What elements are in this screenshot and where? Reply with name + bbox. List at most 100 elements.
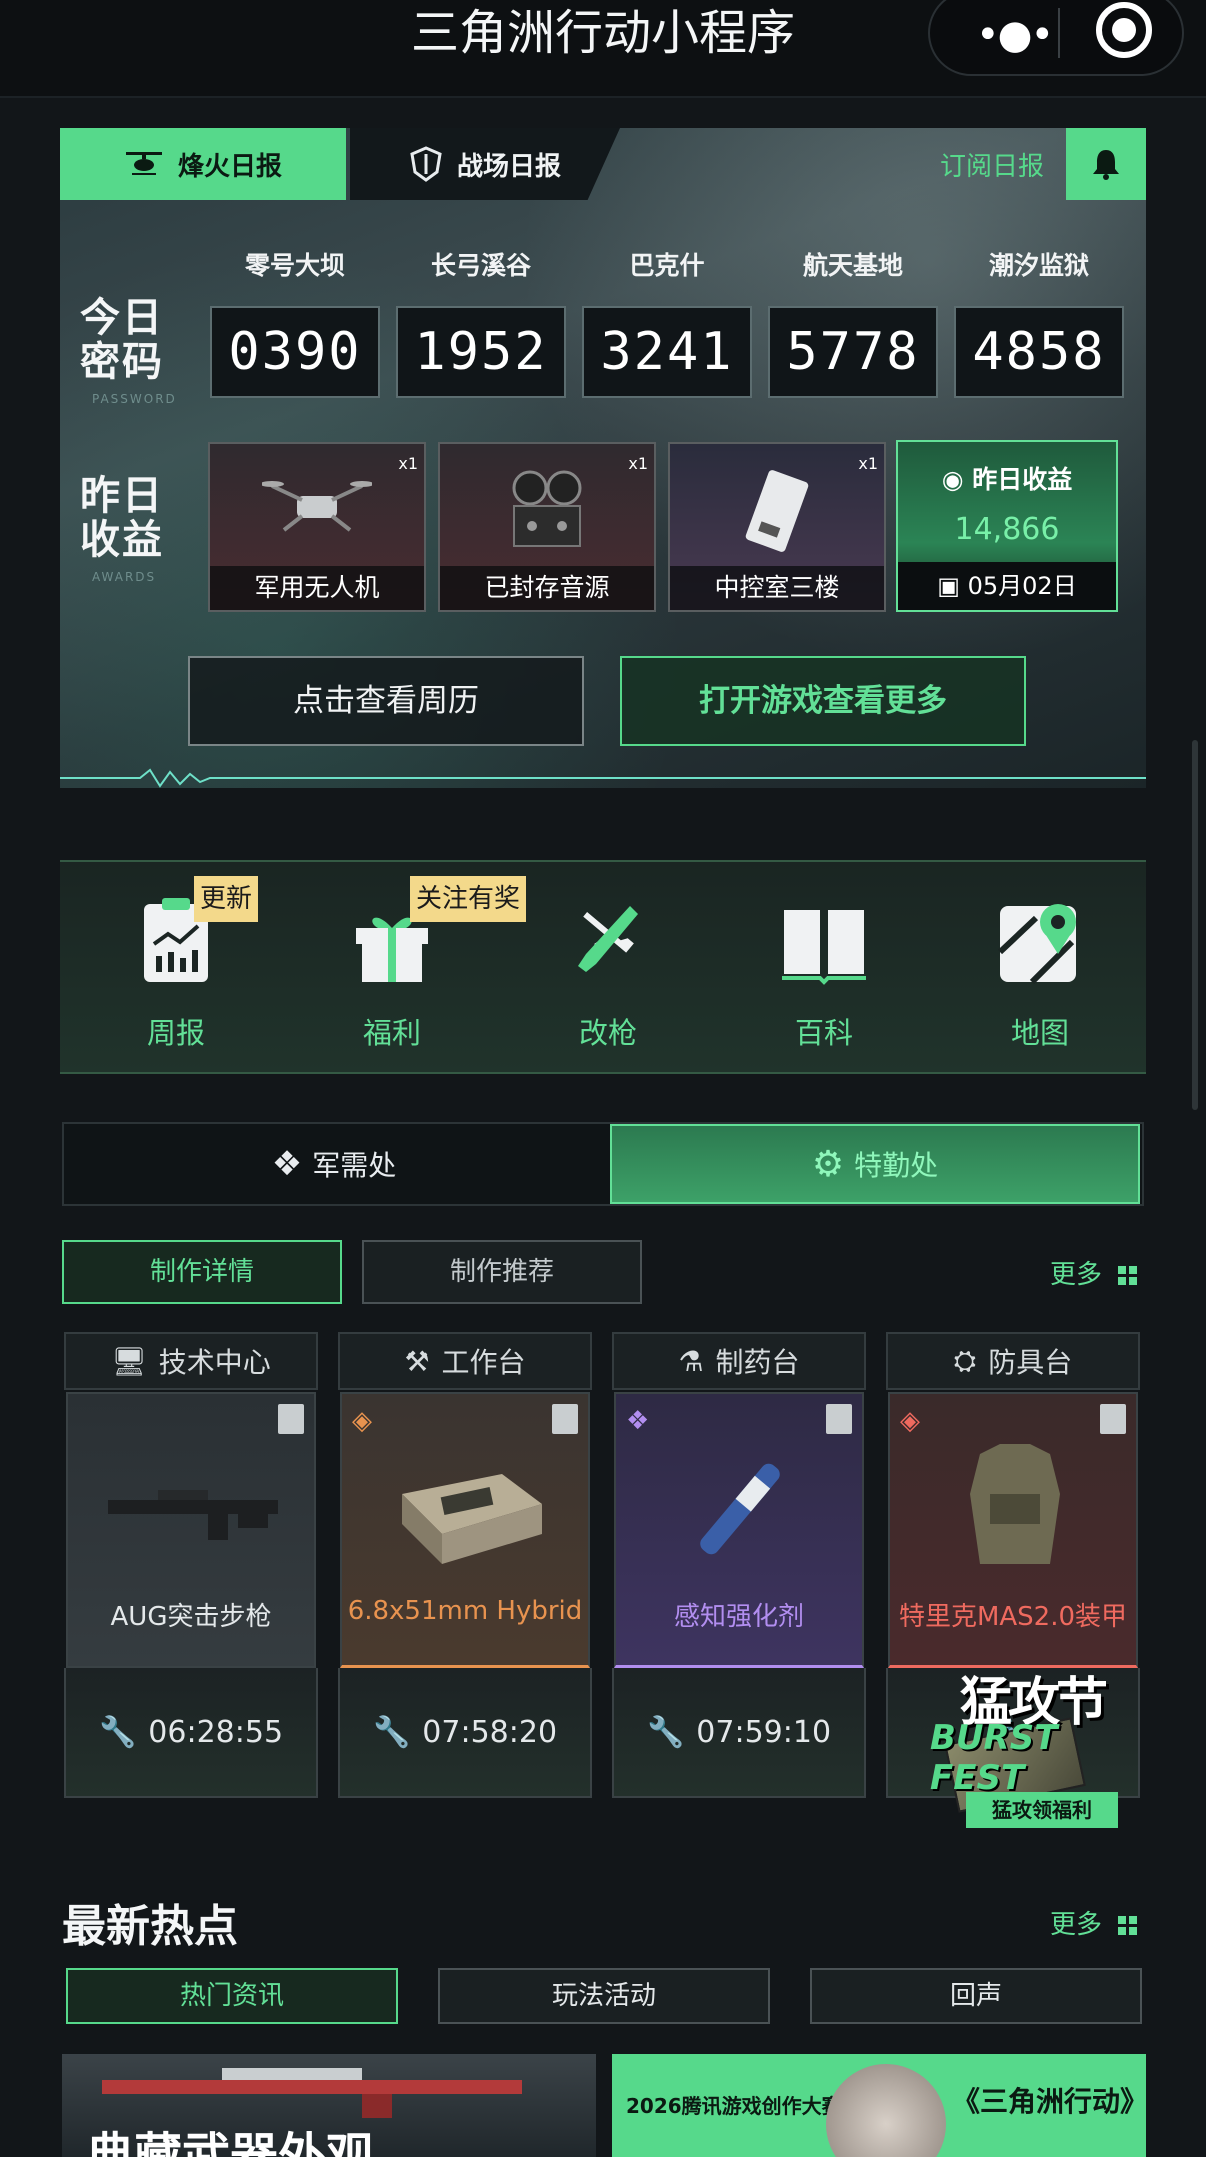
- shield-icon: [410, 146, 442, 182]
- microscope-icon: ⚗: [678, 1344, 704, 1378]
- tab-special-dept[interactable]: ⚙ 特勤处: [610, 1124, 1140, 1204]
- tab-hot-news[interactable]: 热门资讯: [66, 1968, 398, 2024]
- bench-pharmacy[interactable]: ⚗ 制药台 ❖ 感知强化剂 🔧 07:59:10: [612, 1332, 866, 1798]
- tab-fire-label: 烽火日报: [177, 151, 282, 182]
- quick-item-gunsmith[interactable]: 改枪: [538, 892, 678, 1052]
- news-more-link[interactable]: 更多: [1050, 1904, 1138, 1941]
- password-label: 今日 密码: [80, 296, 164, 384]
- bench-header: ⚗ 制药台: [612, 1332, 866, 1390]
- weapon-skin-image: [102, 2068, 522, 2118]
- reward-item[interactable]: x1 已封存音源: [438, 442, 656, 612]
- tab-battle-report[interactable]: 战场日报: [350, 128, 620, 200]
- map-name: 潮汐监狱: [988, 251, 1089, 280]
- bench-time-text: 07:58:20: [422, 1714, 558, 1750]
- bench-tech-center[interactable]: 🖥 技术中心 AUG突击步枪 🔧 06:28:55: [64, 1332, 318, 1798]
- tab-fire-report[interactable]: 烽火日报: [60, 128, 346, 200]
- bench-item-panel: AUG突击步枪: [66, 1392, 316, 1668]
- wrench-icon: 🔧: [646, 1714, 685, 1750]
- daily-report-card: 烽火日报 战场日报 订阅日报 今日 密码 PASSWORD 零号大坝 长弓溪谷 …: [60, 128, 1146, 788]
- quick-item-wiki[interactable]: 百科: [754, 892, 894, 1052]
- income-label: ◉ 昨日收益: [898, 460, 1116, 496]
- tab-craft-recommend[interactable]: 制作推荐: [362, 1240, 642, 1304]
- tab-supply-dept[interactable]: ❖ 军需处: [64, 1124, 604, 1204]
- document-icon[interactable]: [552, 1404, 578, 1434]
- reward-item[interactable]: x1 军用无人机: [208, 442, 426, 612]
- document-icon[interactable]: [1100, 1404, 1126, 1434]
- tape-recorder-icon: [512, 470, 582, 547]
- map-password-code: 4858: [954, 306, 1124, 398]
- bench-header: ⛭ 防具台: [886, 1332, 1140, 1390]
- password-label-line1: 今日: [80, 295, 164, 341]
- quick-label: 周报: [146, 1016, 205, 1050]
- rifle-icon: [108, 1490, 278, 1540]
- grid-icon: [1118, 1265, 1138, 1285]
- bench-header: 🖥 技术中心: [64, 1332, 318, 1390]
- bench-station: 技术中心: [158, 1346, 271, 1379]
- character-portrait: [826, 2064, 946, 2157]
- tab-echo[interactable]: 回声: [810, 1968, 1142, 2024]
- reward-name: 已封存音源: [440, 566, 654, 610]
- ammo-box-icon: [402, 1474, 542, 1564]
- open-game-button[interactable]: 打开游戏查看更多: [620, 656, 1026, 746]
- map-password-code: 5778: [768, 306, 938, 398]
- tab-craft-detail[interactable]: 制作详情: [62, 1240, 342, 1304]
- bell-button[interactable]: [1066, 128, 1146, 200]
- promo-claim-button[interactable]: 猛攻领福利: [966, 1792, 1118, 1828]
- department-switch: ❖ 军需处 ⚙ 特勤处: [62, 1122, 1144, 1206]
- view-weekly-calendar-button[interactable]: 点击查看周历: [188, 656, 584, 746]
- armor-icon: ⛭: [953, 1344, 977, 1377]
- scrollbar[interactable]: [1192, 740, 1198, 1110]
- income-value: 14,866: [954, 512, 1060, 547]
- map-name: 零号大坝: [244, 251, 345, 280]
- income-date-text: 05月02日: [967, 572, 1077, 600]
- map-password-code: 3241: [582, 306, 752, 398]
- news-card[interactable]: 2026腾讯游戏创作大赛 《三角洲行动》: [612, 2054, 1146, 2157]
- document-icon[interactable]: [826, 1404, 852, 1434]
- gears-icon: ⚙: [811, 1143, 845, 1185]
- badge-follow-reward: 关注有奖: [410, 876, 527, 922]
- injector-icon: [700, 1463, 780, 1555]
- awards-label-line1: 昨日: [80, 473, 164, 519]
- reward-count: x1: [398, 454, 418, 473]
- tab-battle-label: 战场日报: [456, 151, 561, 182]
- bench-time-text: 07:59:10: [696, 1714, 832, 1750]
- news-card[interactable]: 典藏武器外观: [62, 2054, 596, 2157]
- document-icon[interactable]: [278, 1404, 304, 1434]
- bench-workbench[interactable]: ⚒ 工作台 ◈ 6.8x51mm Hybrid 🔧 07:58:20: [338, 1332, 592, 1798]
- quick-menu: 周报 更新 福利 关注有奖 改枪 百科 地图: [60, 860, 1146, 1074]
- news-card-title: 《三角洲行动》: [952, 2085, 1146, 2118]
- news-section-title: 最新热点: [62, 1901, 238, 1952]
- reward-count: x1: [858, 454, 878, 473]
- quick-label: 福利: [362, 1016, 421, 1050]
- reward-count: x1: [628, 454, 648, 473]
- reward-name: 中控室三楼: [670, 566, 884, 610]
- target-close-icon[interactable]: [1096, 2, 1152, 58]
- password-sub: PASSWORD: [92, 392, 177, 406]
- bench-item-panel: ❖ 感知强化剂: [614, 1392, 864, 1668]
- subscribe-link[interactable]: 订阅日报: [940, 146, 1044, 183]
- bench-station: 防具台: [988, 1346, 1073, 1379]
- bench-timer: 🔧 06:28:55: [64, 1668, 318, 1798]
- burst-fest-promo[interactable]: 猛攻节 BURST FEST 猛攻领福利: [930, 1640, 1156, 1828]
- gun-wrench-icon: [578, 906, 638, 972]
- map-pin-icon: [997, 904, 1076, 985]
- news-card-text: 典藏武器外观: [86, 2128, 375, 2157]
- report-tabs: 烽火日报 战场日报 订阅日报: [60, 128, 1146, 200]
- password-label-line2: 密码: [80, 339, 164, 385]
- bench-item-name: 6.8x51mm Hybrid: [347, 1596, 583, 1626]
- map-password-code: 1952: [396, 306, 566, 398]
- reward-item[interactable]: x1 中控室三楼: [668, 442, 886, 612]
- income-label-text: 昨日收益: [972, 465, 1073, 494]
- bench-item-name: AUG突击步枪: [110, 1602, 272, 1632]
- bench-time-text: 06:28:55: [148, 1714, 284, 1750]
- quick-item-map[interactable]: 地图: [970, 892, 1110, 1052]
- tab-gameplay-events[interactable]: 玩法活动: [438, 1968, 770, 2024]
- yesterday-income-panel: ◉ 昨日收益 14,866 ▣ 05月02日: [896, 440, 1118, 612]
- quick-label: 地图: [1010, 1016, 1069, 1050]
- awards-sub: AWARDS: [92, 570, 157, 584]
- more-dots-icon[interactable]: •●•: [976, 12, 1054, 58]
- craft-more-link[interactable]: 更多: [1050, 1254, 1138, 1291]
- news-more-label: 更多: [1050, 1910, 1103, 1940]
- awards-label-line2: 收益: [80, 517, 164, 563]
- rarity-red-icon: ◈: [900, 1406, 920, 1436]
